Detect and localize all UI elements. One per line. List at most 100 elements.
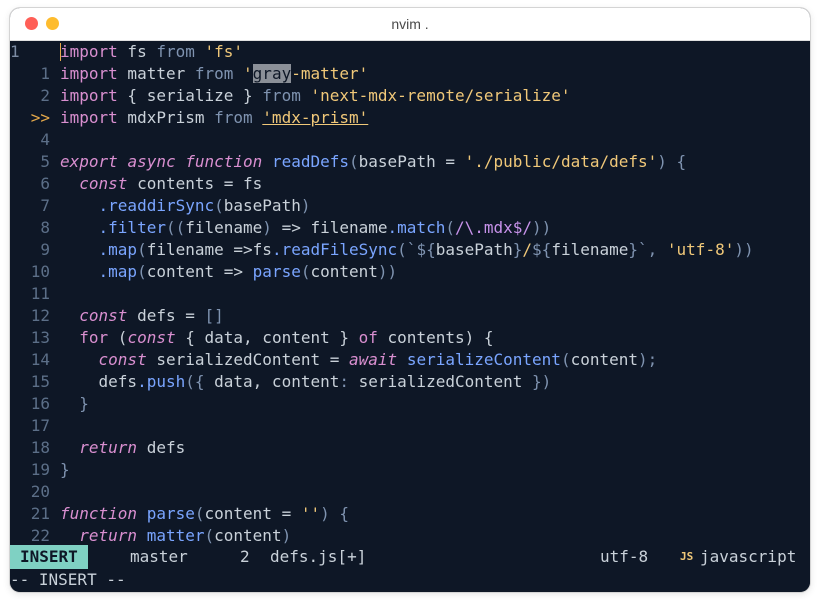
code-token: content => xyxy=(146,262,253,281)
code-line[interactable]: 7 .readdirSync(basePath) xyxy=(10,195,810,217)
code-token: export xyxy=(60,152,118,171)
code-token: parse xyxy=(252,262,301,281)
code-line[interactable]: 18 return defs xyxy=(10,437,810,459)
code-text: const contents = fs xyxy=(60,173,262,195)
code-text: export async function readDefs(basePath … xyxy=(60,151,686,173)
code-line[interactable]: 22 return matter(content) xyxy=(10,525,810,545)
javascript-icon: JS xyxy=(680,550,694,563)
code-line[interactable]: 4 xyxy=(10,129,810,151)
code-text: import fs from 'fs' xyxy=(60,41,243,63)
code-text: .map(content => parse(content)) xyxy=(60,261,398,283)
code-token: [] xyxy=(204,306,224,325)
code-token: of xyxy=(358,328,378,347)
code-line[interactable]: 13 for (const { data, content } of conte… xyxy=(10,327,810,349)
code-token: 'fs' xyxy=(204,42,244,61)
code-token: contents) { xyxy=(377,328,494,347)
code-line[interactable]: 6 const contents = fs xyxy=(10,173,810,195)
code-text: import matter from 'gray-matter' xyxy=(60,63,368,85)
code-token: 'mdx-prism' xyxy=(262,108,369,127)
title-bar: nvim . xyxy=(10,8,810,41)
code-line[interactable]: 20 xyxy=(10,481,810,503)
file-encoding: utf-8 xyxy=(600,547,649,566)
line-number: 1 xyxy=(10,42,20,61)
command-line[interactable]: -- INSERT -- xyxy=(10,569,810,591)
code-token: )) xyxy=(377,262,398,281)
status-line: INSERT master 2 defs.js[+] utf-8 JS java… xyxy=(10,545,810,591)
code-token: (( xyxy=(165,218,186,237)
code-token: content xyxy=(570,350,639,369)
code-line[interactable]: 16 } xyxy=(10,393,810,415)
line-number: 10 xyxy=(30,262,50,281)
code-token: content = xyxy=(204,504,301,523)
code-line[interactable]: 1 import fs from 'fs' xyxy=(10,41,810,63)
code-token: gray xyxy=(252,64,292,83)
line-number: 5 xyxy=(40,152,50,171)
code-token: ( xyxy=(445,218,455,237)
code-token: serializedContent xyxy=(349,372,533,391)
code-token: } xyxy=(60,460,70,479)
code-token: .readFileSync xyxy=(271,240,398,259)
code-token: .map xyxy=(98,240,138,259)
code-line[interactable]: 2 import { serialize } from 'next-mdx-rem… xyxy=(10,85,810,107)
code-line[interactable]: 19} xyxy=(10,459,810,481)
code-line[interactable]: 10 .map(content => parse(content)) xyxy=(10,261,810,283)
code-text: } xyxy=(60,393,89,415)
code-line[interactable]: 17 xyxy=(10,415,810,437)
code-token: content xyxy=(310,262,378,281)
mode-indicator: INSERT xyxy=(10,545,88,569)
code-token: const xyxy=(98,350,147,369)
code-token: { data, content } xyxy=(175,328,359,347)
code-line[interactable]: 8 .filter((filename) => filename.match(/… xyxy=(10,217,810,239)
code-token: ( xyxy=(194,504,205,523)
line-number: 12 xyxy=(30,306,50,325)
code-token: return xyxy=(79,438,138,457)
code-text: import mdxPrism from 'mdx-prism' xyxy=(60,107,368,129)
code-token: / xyxy=(522,240,533,259)
editor-buffer[interactable]: 1 import fs from 'fs' 1 import matter from … xyxy=(10,41,810,545)
code-token: defs = xyxy=(127,306,205,325)
code-line[interactable]: 1 import matter from 'gray-matter' xyxy=(10,63,810,85)
code-line[interactable]: 5 export async function readDefs(basePath… xyxy=(10,151,810,173)
line-number: 1 xyxy=(40,64,50,83)
code-token: matter xyxy=(146,526,205,545)
code-line[interactable]: 15 defs.push({ data, content: serialized… xyxy=(10,371,810,393)
line-number: 7 xyxy=(40,196,50,215)
line-number: 14 xyxy=(30,350,50,369)
code-line[interactable]: >> import mdxPrism from 'mdx-prism' xyxy=(10,107,810,129)
code-line[interactable]: 14 const serializedContent = await seria… xyxy=(10,349,810,371)
code-token: basePath = xyxy=(358,152,465,171)
code-text: function parse(content = '') { xyxy=(60,503,349,525)
code-token: ) { xyxy=(320,504,350,523)
code-line[interactable]: 11 xyxy=(10,283,810,305)
code-token: './public/data/defs' xyxy=(464,152,658,171)
code-text: for (const { data, content } of contents… xyxy=(60,327,494,349)
code-token: )) xyxy=(532,218,552,237)
code-token: defs xyxy=(60,372,138,391)
line-number: 13 xyxy=(30,328,50,347)
code-token: serializeContent xyxy=(406,350,561,369)
code-token: defs xyxy=(137,438,186,457)
code-line[interactable]: 12 const defs = [] xyxy=(10,305,810,327)
code-line[interactable]: 21 function parse(content = '') { xyxy=(10,503,810,525)
code-token: from xyxy=(214,108,253,127)
code-text: const serializedContent = await serializ… xyxy=(60,349,658,371)
code-token: => filename xyxy=(271,218,388,237)
code-token: ) { xyxy=(657,152,687,171)
line-number: 17 xyxy=(30,416,50,435)
code-token: ) xyxy=(300,196,311,215)
sign-column-marker: >> xyxy=(30,108,50,127)
code-line[interactable]: 9 .map(filename =>fs.readFileSync(`${bas… xyxy=(10,239,810,261)
line-number: 9 xyxy=(40,240,50,259)
